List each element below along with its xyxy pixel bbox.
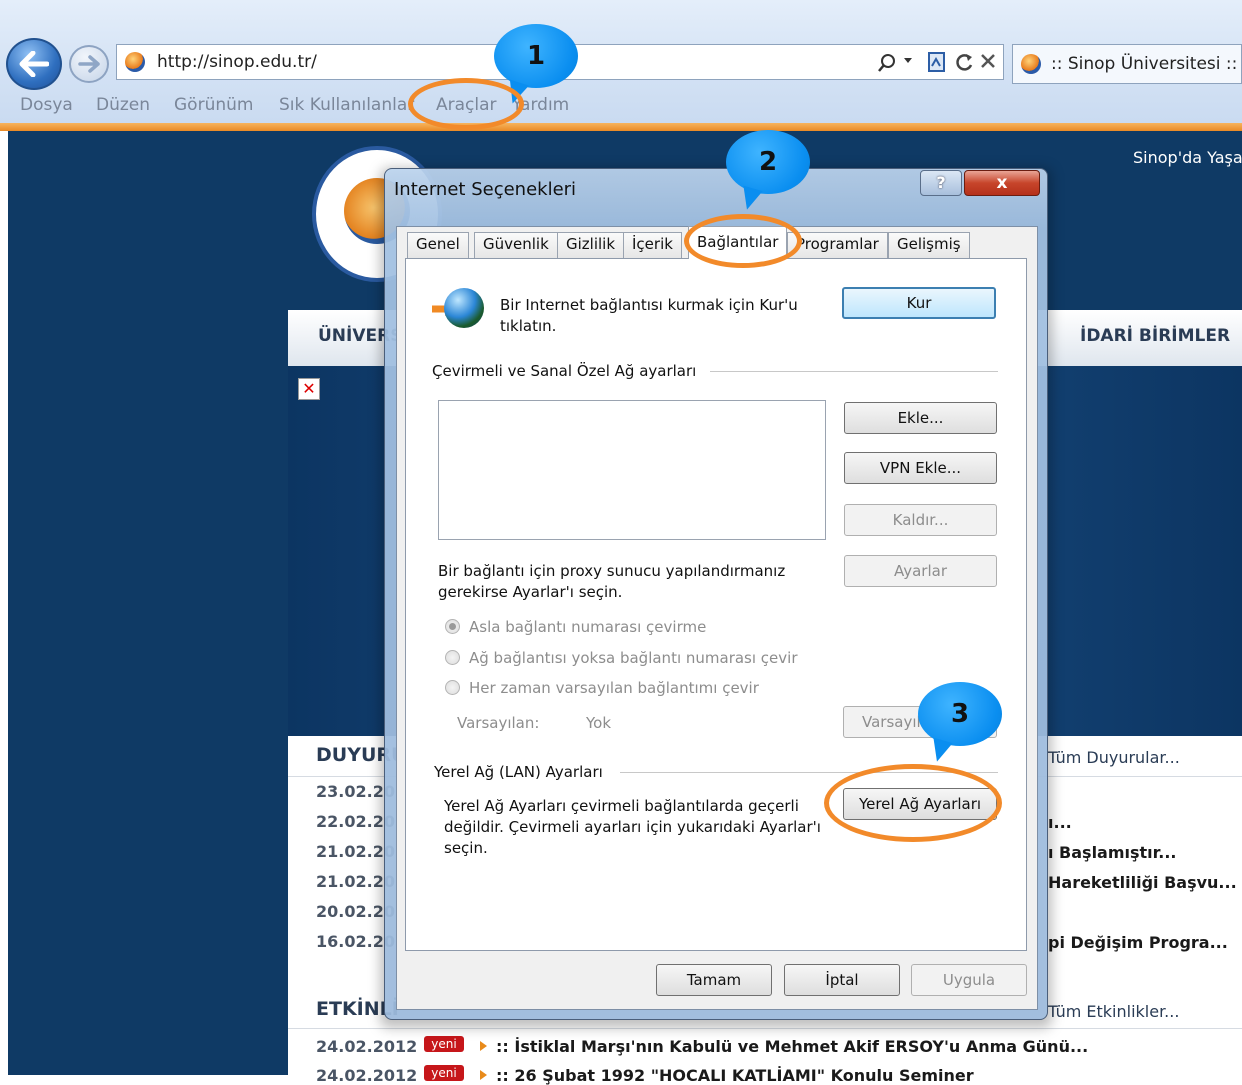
bullet-arrow-icon <box>480 1070 487 1080</box>
radio-never-dial-label[interactable]: Asla bağlantı numarası çevirme <box>469 617 706 638</box>
setup-text: Bir Internet bağlantısı kurmak için Kur'… <box>500 296 798 335</box>
tools-menu-highlight <box>408 78 524 130</box>
step-2-bubble: 2 <box>726 130 810 194</box>
internet-globe-icon <box>444 288 484 328</box>
event-link[interactable]: :: 26 Şubat 1992 "HOCALI KATLİAMI" Konul… <box>496 1066 974 1085</box>
new-badge: yeni <box>424 1036 464 1052</box>
step-3-bubble: 3 <box>918 682 1002 746</box>
stop-icon[interactable] <box>979 52 997 70</box>
tab-advanced[interactable]: Gelişmiş <box>888 232 970 258</box>
tab-general[interactable]: Genel <box>407 232 469 258</box>
forward-button[interactable] <box>69 45 109 83</box>
menu-favorites[interactable]: Sık Kullanılanlar <box>279 95 414 115</box>
ok-button[interactable]: Tamam <box>656 964 772 996</box>
compatibility-view-icon[interactable] <box>927 51 947 73</box>
site-favicon-icon <box>125 52 145 72</box>
announcement-link[interactable]: ı Başlamıştır... <box>1048 843 1177 862</box>
menu-file[interactable]: Dosya <box>20 95 73 115</box>
radio-dial-when-no-network[interactable] <box>445 650 460 665</box>
forward-arrow-icon <box>78 55 100 73</box>
page-left-edge <box>0 131 8 1075</box>
new-badge: yeni <box>424 1065 464 1081</box>
connections-list[interactable] <box>438 400 826 540</box>
radio-dial-when-no-network-label[interactable]: Ağ bağlantısı yoksa bağlantı numarası çe… <box>469 648 798 669</box>
announcement-link[interactable]: Hareketliliği Başvu... <box>1048 873 1237 892</box>
tab-programs[interactable]: Programlar <box>787 232 888 258</box>
menu-bar: Dosya Düzen Görünüm Sık Kullanılanlar Ar… <box>0 88 1242 124</box>
remove-button[interactable]: Kaldır... <box>844 504 997 536</box>
connections-tab-highlight <box>684 214 802 268</box>
url-text[interactable]: http://sinop.edu.tr/ <box>157 52 317 72</box>
step-1-bubble: 1 <box>494 24 578 88</box>
event-date: 24.02.2012 <box>316 1037 418 1056</box>
tab-content[interactable]: İçerik <box>623 232 682 258</box>
tab-security[interactable]: Güvenlik <box>474 232 558 258</box>
event-link[interactable]: :: İstiklal Marşı'nın Kabulü ve Mehmet A… <box>496 1037 1088 1056</box>
menu-view[interactable]: Görünüm <box>174 95 253 115</box>
menu-edit[interactable]: Düzen <box>96 95 150 115</box>
bullet-arrow-icon <box>480 1041 487 1051</box>
setup-button[interactable]: Kur <box>842 287 996 319</box>
lan-text: Yerel Ağ Ayarları çevirmeli bağlantılard… <box>444 797 821 857</box>
close-button[interactable]: x <box>964 170 1040 196</box>
add-vpn-button[interactable]: VPN Ekle... <box>844 452 997 484</box>
event-date: 24.02.2012 <box>316 1066 418 1085</box>
proxy-text: Bir bağlantı için proxy sunucu yapılandı… <box>438 562 786 601</box>
apply-button[interactable]: Uygula <box>911 964 1027 996</box>
events-divider <box>288 1028 1242 1029</box>
help-button[interactable]: ? <box>920 170 962 196</box>
settings-button[interactable]: Ayarlar <box>844 555 997 587</box>
browser-tab[interactable]: :: Sinop Üniversitesi :: <box>1012 44 1242 84</box>
tab-privacy[interactable]: Gizlilik <box>557 232 625 258</box>
default-label: Varsayılan: <box>457 714 540 732</box>
default-value: Yok <box>586 714 612 732</box>
lan-group-label: Yerel Ağ (LAN) Ayarları <box>434 763 603 781</box>
broken-image-icon: ✕ <box>298 378 320 400</box>
tab-title: :: Sinop Üniversitesi :: <box>1051 54 1238 74</box>
all-events-link[interactable]: Tüm Etkinlikler... <box>1048 1002 1179 1021</box>
refresh-icon[interactable] <box>953 51 975 73</box>
all-announcements-link[interactable]: Tüm Duyurular... <box>1048 748 1180 767</box>
add-button[interactable]: Ekle... <box>844 402 997 434</box>
radio-never-dial[interactable] <box>445 619 460 634</box>
tab-favicon-icon <box>1021 54 1041 74</box>
nav-administrative-units[interactable]: İDARİ BİRİMLER <box>1080 326 1230 346</box>
site-header-slogan: Sinop'da Yaşa <box>1133 148 1242 167</box>
search-icon[interactable] <box>877 53 897 73</box>
announcement-link[interactable]: pi Değişim Progra... <box>1048 933 1228 952</box>
dialup-group-line <box>710 371 998 372</box>
dropdown-arrow-icon[interactable] <box>903 57 913 65</box>
back-button[interactable] <box>6 38 62 90</box>
radio-always-dial[interactable] <box>445 680 460 695</box>
lan-settings-highlight <box>824 764 1002 842</box>
dialog-title: Internet Seçenekleri <box>394 179 577 200</box>
dialup-group-label: Çevirmeli ve Sanal Özel Ağ ayarları <box>432 362 697 380</box>
radio-always-dial-label[interactable]: Her zaman varsayılan bağlantımı çevir <box>469 678 759 699</box>
back-arrow-icon <box>19 51 49 77</box>
browser-divider <box>0 123 1242 131</box>
cancel-button[interactable]: İptal <box>784 964 900 996</box>
